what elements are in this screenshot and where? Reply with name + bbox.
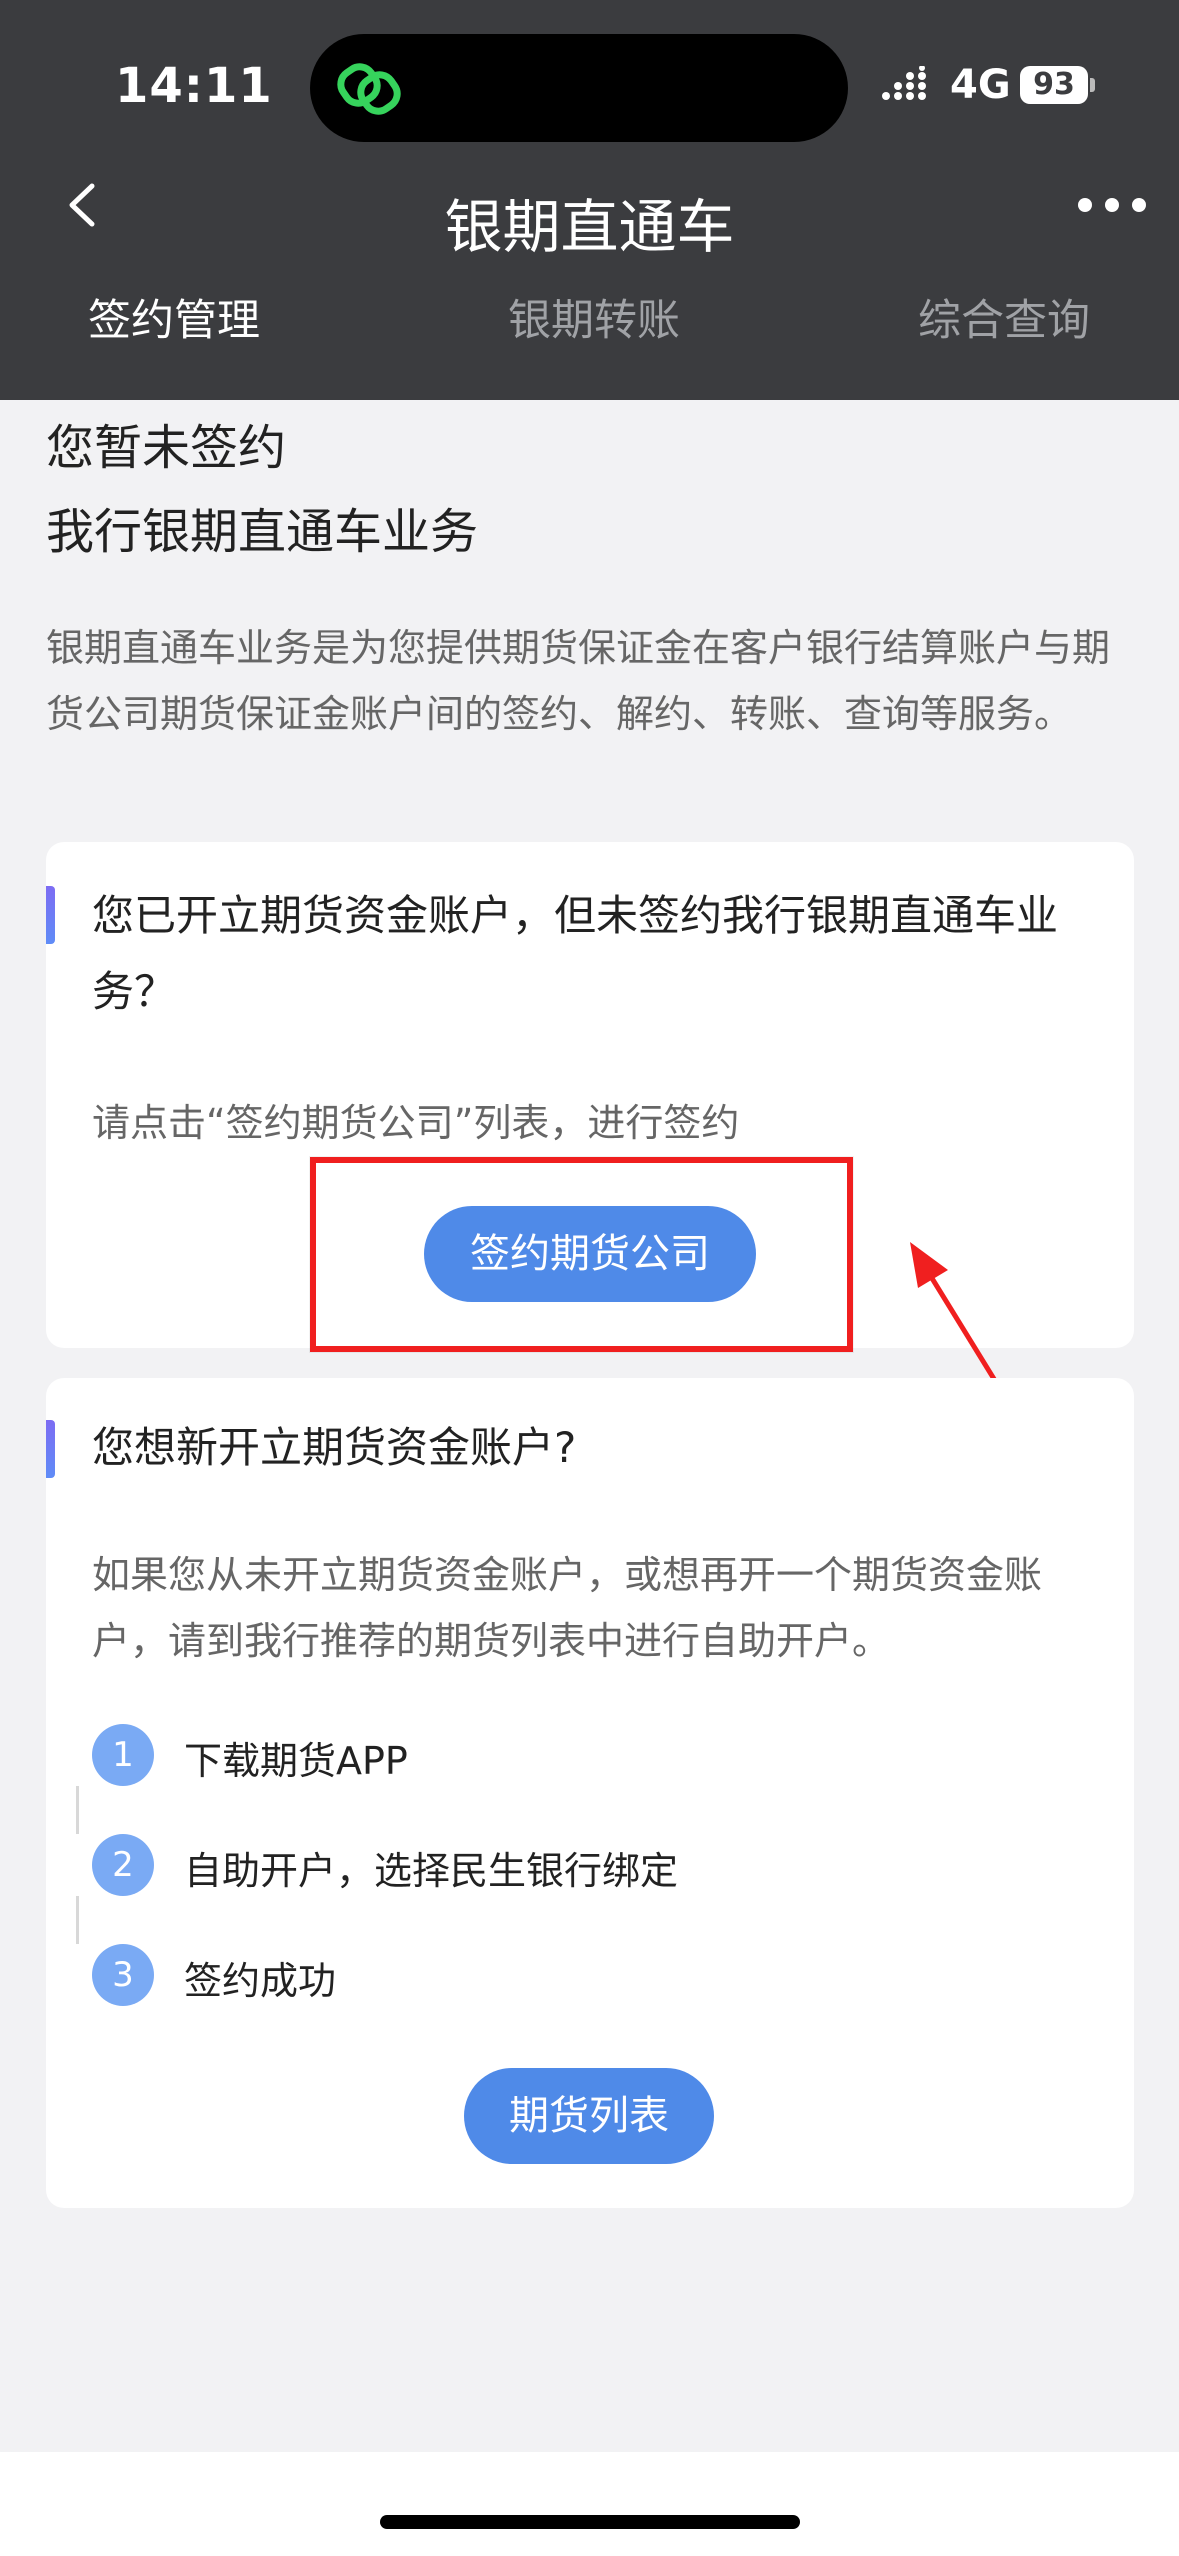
new-account-card: 您想新开立期货资金账户? 如果您从未开立期货资金账户，或想再开一个期货资金账户，… (46, 1378, 1134, 2208)
card-accent-bar (46, 886, 55, 944)
step-label: 下载期货APP (184, 1739, 408, 1783)
card-accent-bar (46, 1420, 55, 1478)
tab-sign-management[interactable]: 签约管理 (88, 286, 260, 348)
step-number: 2 (92, 1834, 154, 1896)
tab-comprehensive-query[interactable]: 综合查询 (918, 286, 1090, 348)
more-options-icon[interactable] (1075, 190, 1150, 220)
intro-heading-line2: 我行银期直通车业务 (46, 504, 479, 560)
tab-bank-futures-transfer[interactable]: 银期转账 (508, 286, 680, 348)
battery-level: 93 (1020, 66, 1088, 104)
step-connector (76, 1786, 79, 1834)
page-title: 银期直通车 (444, 193, 735, 261)
new-account-description: 如果您从未开立期货资金账户，或想再开一个期货资金账户，请到我行推荐的期货列表中进… (92, 1553, 1043, 1663)
step-label: 签约成功 (184, 1959, 337, 2003)
existing-account-title: 您已开立期货资金账户，但未签约我行银期直通车业务？ (92, 891, 1059, 1016)
battery-tip (1090, 78, 1095, 92)
status-time: 14:11 (115, 58, 273, 114)
network-type: 4G (950, 62, 1011, 108)
intro-heading-line1: 您暂未签约 (46, 420, 287, 476)
step-label: 自助开户，选择民生银行绑定 (184, 1849, 679, 1893)
bottom-safe-area (0, 2452, 1179, 2556)
highlight-annotation-box (310, 1157, 853, 1352)
home-indicator[interactable] (380, 2515, 800, 2529)
signal-icon (882, 66, 926, 100)
step-number: 3 (92, 1944, 154, 2006)
tab-bar: 签约管理 银期转账 综合查询 (0, 286, 1179, 372)
step-number: 1 (92, 1724, 154, 1786)
dynamic-island (310, 34, 848, 142)
status-bar: 14:11 4G 93 (0, 0, 1179, 180)
new-account-title: 您想新开立期货资金账户? (92, 1423, 577, 1472)
intro-description: 银期直通车业务是为您提供期货保证金在客户银行结算账户与期货公司期货保证金账户间的… (46, 626, 1111, 736)
step-connector (76, 1896, 79, 1944)
link-app-icon (337, 63, 401, 115)
existing-account-hint: 请点击“签约期货公司”列表，进行签约 (92, 1101, 740, 1145)
futures-list-button[interactable]: 期货列表 (464, 2068, 714, 2164)
nav-header: 银期直通车 签约管理 银期转账 综合查询 (0, 180, 1179, 400)
